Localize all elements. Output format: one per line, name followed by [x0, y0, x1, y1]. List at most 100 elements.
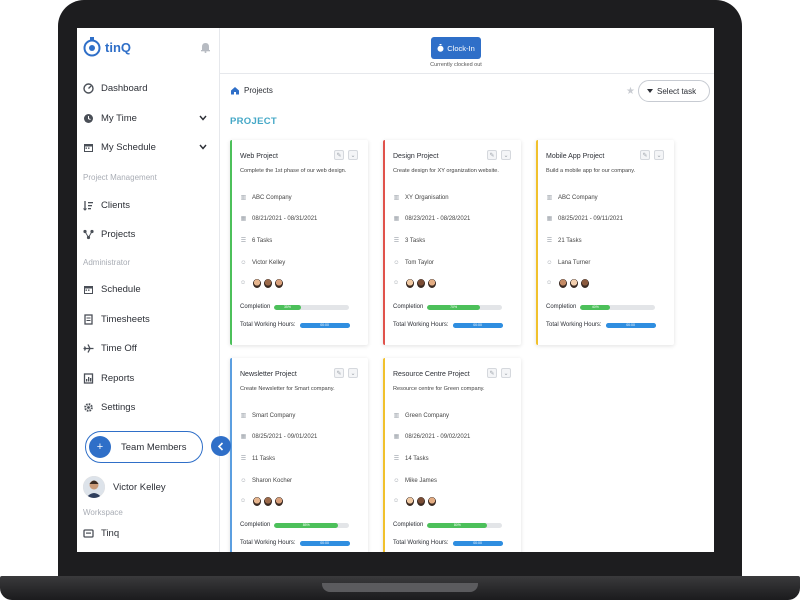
card-client-name: Green Company: [405, 412, 450, 419]
clock-in-button[interactable]: Clock-In: [431, 37, 481, 59]
avatar: [569, 278, 579, 289]
sidebar-item-time-off[interactable]: Time Off: [83, 339, 213, 357]
bell-icon[interactable]: [201, 40, 210, 58]
card-dates: ▦ 08/23/2021 - 08/28/2021: [393, 215, 471, 223]
app-logo[interactable]: tinQ: [83, 37, 131, 57]
avatar: [83, 476, 105, 498]
chevron-down-icon[interactable]: ⌄: [501, 368, 511, 378]
chevron-down-icon[interactable]: [199, 142, 207, 153]
building-icon: ▥: [393, 413, 400, 419]
card-task-count: 6 Tasks: [252, 237, 273, 244]
team-icon: ☺: [240, 279, 247, 286]
completion-progress-bar: 35%: [274, 304, 350, 310]
team-icon: ☺: [240, 497, 247, 504]
card-team-avatars[interactable]: ☺: [240, 496, 284, 507]
team-members-button[interactable]: + Team Members: [85, 431, 203, 463]
card-date-range: 08/26/2021 - 09/02/2021: [405, 433, 471, 440]
sidebar-item-schedule[interactable]: Schedule: [83, 280, 213, 298]
section-label-project-management: Project Management: [83, 173, 157, 182]
star-icon[interactable]: ★: [626, 86, 635, 97]
completion-progress-fill: 85%: [274, 522, 339, 528]
collapse-sidebar-button[interactable]: [211, 436, 231, 456]
calendar-icon: ▦: [393, 434, 400, 440]
card-owner-name: Sharon Kocher: [252, 477, 293, 484]
select-task-label: Select task: [657, 86, 697, 96]
card-tasks: ☰ 6 Tasks: [240, 237, 273, 245]
top-bar: Clock-In Currently clocked out: [220, 28, 714, 74]
card-owner: ☺ Lana Turner: [546, 259, 590, 266]
sidebar-item-projects[interactable]: Projects: [83, 225, 213, 243]
edit-icon[interactable]: ✎: [487, 150, 497, 160]
card-team-avatars[interactable]: ☺: [393, 496, 437, 507]
project-card[interactable]: Design Project ✎ ⌄ Create design for XY …: [383, 140, 521, 345]
sidebar-item-label: My Time: [101, 112, 137, 124]
task-list-icon: ☰: [546, 238, 553, 244]
project-card[interactable]: Web Project ✎ ⌄ Complete the 1st phase o…: [230, 140, 368, 345]
sidebar-item-dashboard[interactable]: Dashboard: [83, 79, 213, 97]
workspace-item-tinq[interactable]: Tinq: [83, 524, 213, 542]
plane-icon: [83, 343, 94, 354]
completion-progress-fill: 35%: [274, 304, 301, 310]
network-icon: [83, 229, 94, 240]
card-owner-name: Tom Taylor: [405, 259, 434, 266]
edit-icon[interactable]: ✎: [640, 150, 650, 160]
project-card[interactable]: Mobile App Project ✎ ⌄ Build a mobile ap…: [536, 140, 674, 345]
chevron-down-icon[interactable]: ⌄: [501, 150, 511, 160]
card-dates: ▦ 08/25/2021 - 09/01/2021: [240, 433, 318, 441]
card-completion: Completion 35%: [240, 304, 350, 310]
building-icon: ▥: [393, 195, 400, 201]
chevron-down-icon[interactable]: ⌄: [348, 150, 358, 160]
working-hours-label: Total Working Hours:: [546, 322, 602, 328]
sidebar-item-label: Reports: [101, 372, 135, 384]
working-hours-label: Total Working Hours:: [240, 322, 296, 328]
avatar: [416, 496, 426, 507]
report-icon: [83, 372, 94, 384]
card-owner: ☺ Mike James: [393, 477, 437, 484]
card-date-range: 08/25/2021 - 09/11/2021: [558, 215, 623, 222]
clock-status: Currently clocked out: [430, 62, 482, 68]
card-team-avatars[interactable]: ☺: [240, 278, 284, 289]
avatar: [427, 278, 437, 289]
project-card[interactable]: Newsletter Project ✎ ⌄ Create Newsletter…: [230, 358, 368, 552]
workspace-icon: [83, 528, 94, 539]
breadcrumb[interactable]: Projects: [230, 86, 273, 95]
stopwatch-logo-icon: [83, 37, 101, 57]
card-client-name: ABC Company: [252, 194, 292, 201]
team-icon: ☺: [393, 279, 400, 286]
chevron-down-icon[interactable]: ⌄: [654, 150, 664, 160]
card-client: ▥ ABC Company: [240, 194, 292, 202]
sidebar-item-settings[interactable]: Settings: [83, 398, 213, 416]
team-icon: ☺: [546, 279, 553, 286]
card-client-name: ABC Company: [558, 194, 598, 201]
page-title: PROJECT: [230, 116, 277, 127]
stopwatch-icon: [437, 44, 444, 52]
current-user[interactable]: Victor Kelley: [83, 476, 166, 498]
card-owner-name: Victor Kelley: [252, 259, 286, 266]
avatar: [263, 278, 273, 289]
edit-icon[interactable]: ✎: [487, 368, 497, 378]
calendar-icon: ▦: [240, 434, 247, 440]
working-hours-bar: 00:00: [299, 322, 350, 328]
project-card[interactable]: Resource Centre Project ✎ ⌄ Resource cen…: [383, 358, 521, 552]
calendar-icon: ▦: [393, 216, 400, 222]
calendar-icon: [83, 284, 94, 295]
avatar: [274, 278, 284, 289]
card-working-hours: Total Working Hours: 00:00: [240, 540, 350, 546]
team-icon: ☺: [393, 497, 400, 504]
edit-icon[interactable]: ✎: [334, 368, 344, 378]
sidebar-item-reports[interactable]: Reports: [83, 369, 213, 387]
card-team-avatars[interactable]: ☺: [546, 278, 590, 289]
card-team-avatars[interactable]: ☺: [393, 278, 437, 289]
card-title: Resource Centre Project: [393, 371, 470, 378]
select-task-dropdown[interactable]: Select task: [638, 80, 710, 102]
plus-icon: +: [89, 436, 111, 458]
edit-icon[interactable]: ✎: [334, 150, 344, 160]
card-owner: ☺ Victor Kelley: [240, 259, 285, 266]
chevron-down-icon[interactable]: ⌄: [348, 368, 358, 378]
sidebar-item-timesheets[interactable]: Timesheets: [83, 310, 213, 328]
sidebar-item-my-schedule[interactable]: My Schedule: [83, 138, 213, 156]
gear-icon: [83, 402, 94, 413]
chevron-down-icon[interactable]: [199, 113, 207, 124]
sidebar-item-my-time[interactable]: My Time: [83, 109, 213, 127]
sidebar-item-clients[interactable]: Clients: [83, 196, 213, 214]
